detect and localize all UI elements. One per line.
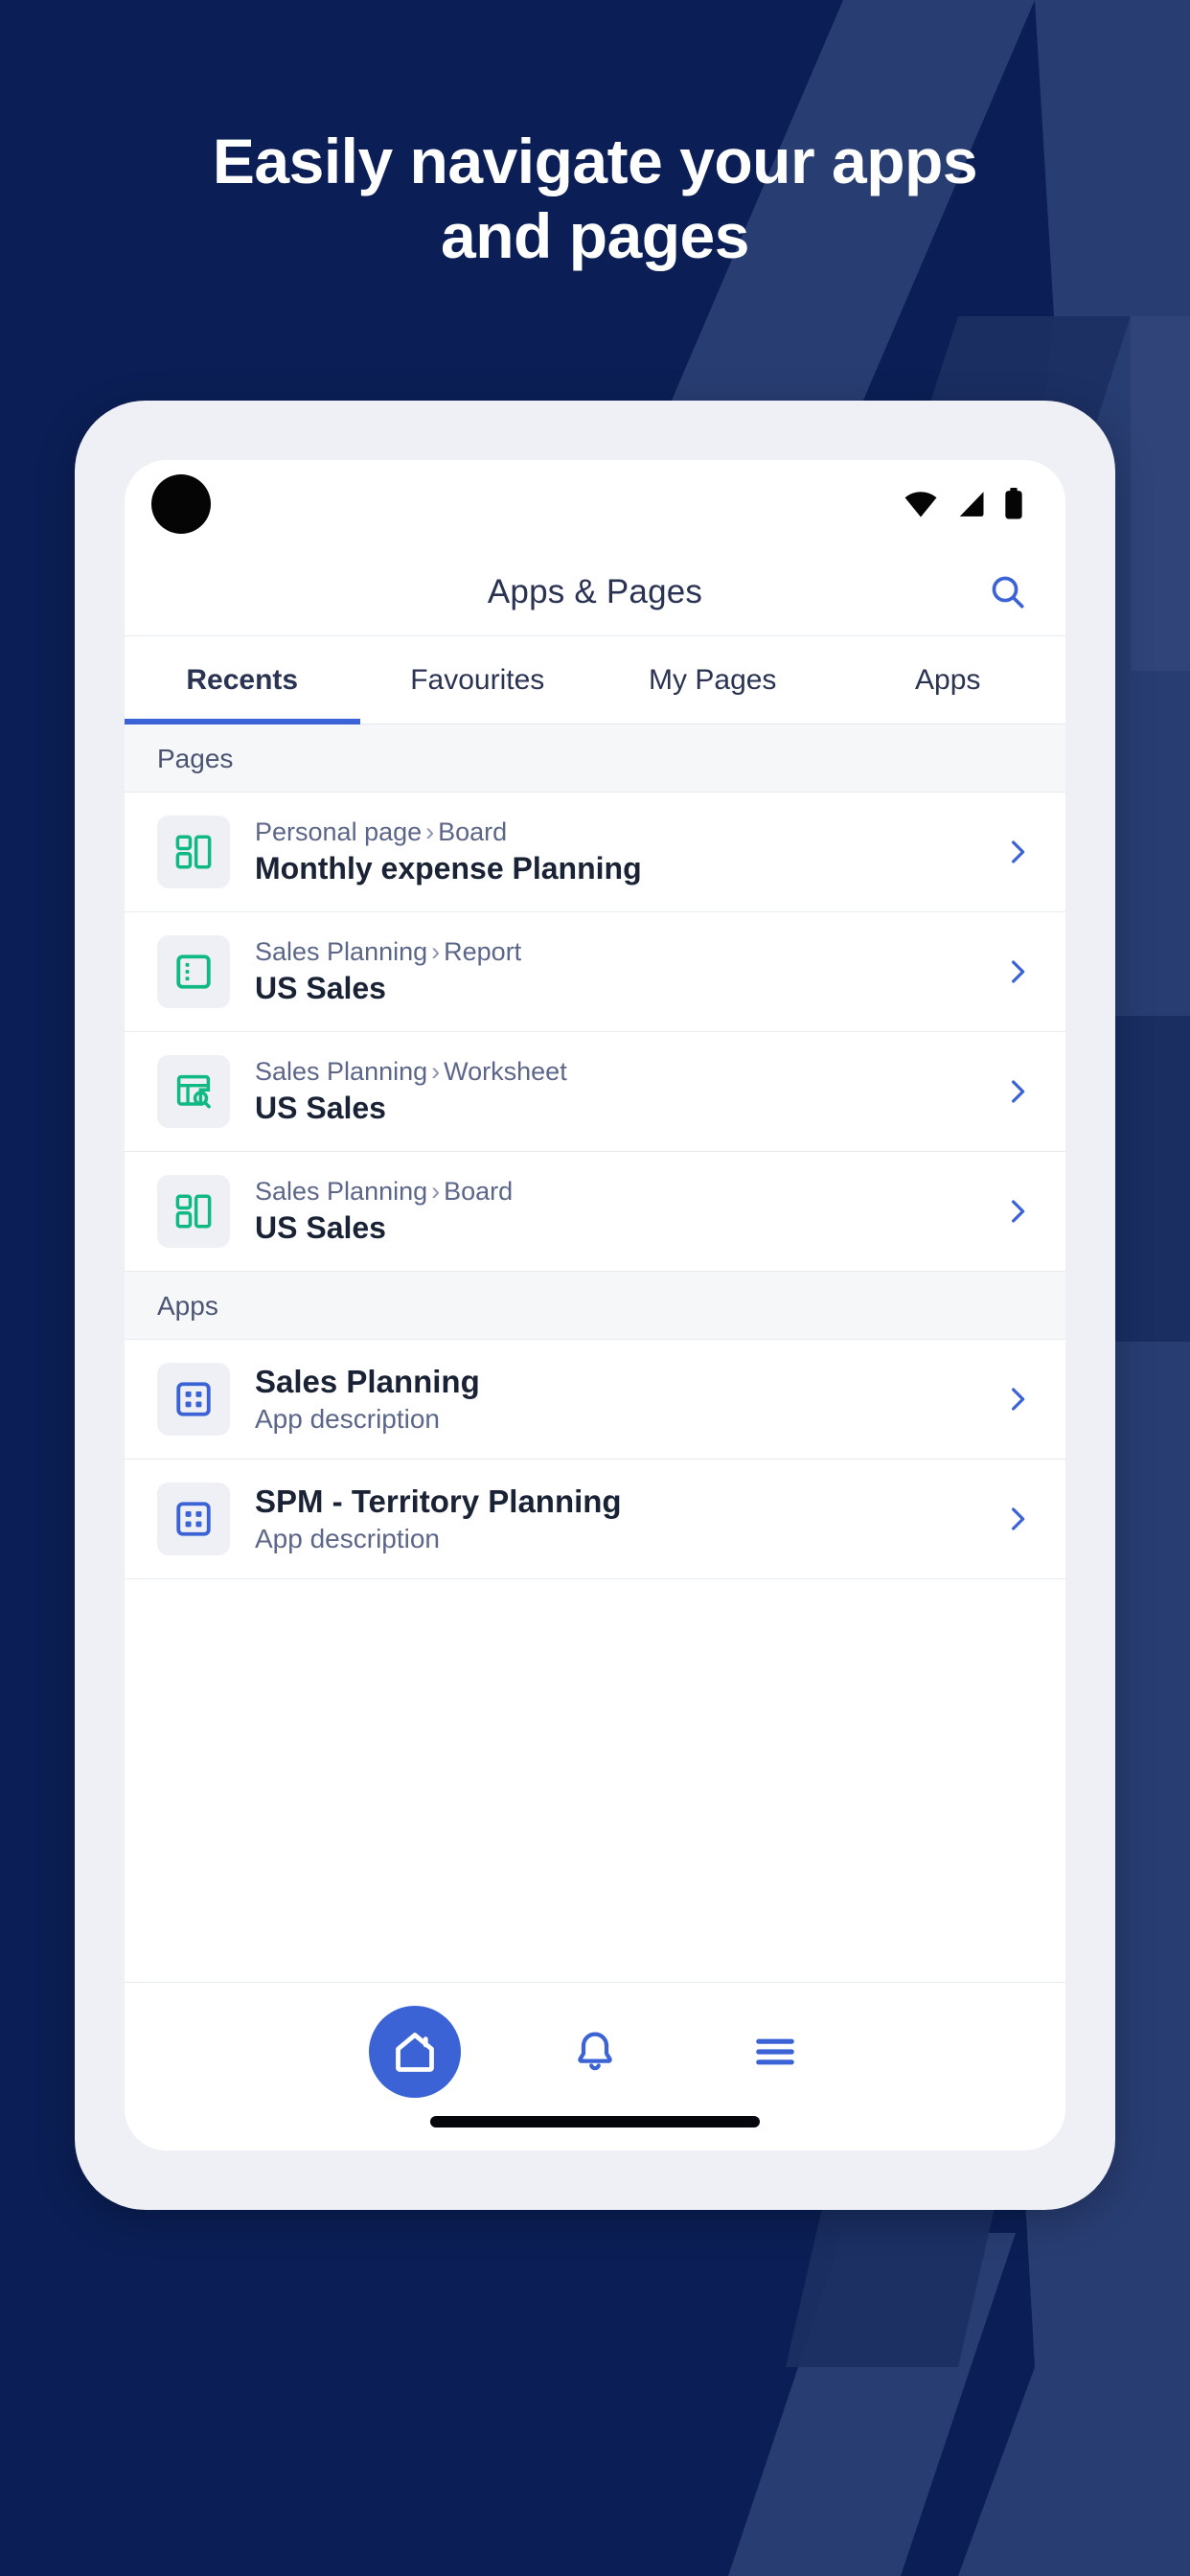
list-item-title: US Sales — [255, 971, 386, 1005]
chevron-right-icon[interactable] — [998, 1505, 1037, 1533]
tab-apps[interactable]: Apps — [831, 636, 1066, 724]
list-item-text: SPM - Territory Planning App description — [255, 1484, 998, 1554]
board-icon-wrapper — [157, 816, 230, 888]
home-indicator — [430, 2116, 760, 2128]
headline-line-1: Easily navigate your apps — [212, 126, 978, 196]
breadcrumb: Sales Planning › Worksheet — [255, 1057, 998, 1087]
nav-menu-button[interactable] — [729, 2006, 821, 2098]
breadcrumb-type: Report — [444, 937, 522, 966]
app-header-title: Apps & Pages — [487, 572, 703, 610]
breadcrumb-type: Board — [438, 817, 508, 846]
app-grid-icon-wrapper — [157, 1363, 230, 1436]
phone-screen: Apps & Pages Recents Favourites My Pages… — [125, 460, 1065, 2150]
report-icon-wrapper — [157, 935, 230, 1008]
app-name: SPM - Territory Planning — [255, 1484, 622, 1519]
list-item[interactable]: Sales Planning › Report US Sales — [125, 912, 1065, 1032]
worksheet-icon-wrapper — [157, 1055, 230, 1128]
list-item-text: Sales Planning › Worksheet US Sales — [255, 1057, 998, 1126]
app-header: Apps & Pages — [125, 548, 1065, 636]
list-item-title: Monthly expense Planning — [255, 851, 642, 886]
bottom-navigation-bar — [125, 1982, 1065, 2150]
list-empty-space — [125, 1579, 1065, 1924]
list-item[interactable]: Personal page › Board Monthly expense Plan… — [125, 793, 1065, 912]
breadcrumb-separator: › — [431, 937, 441, 966]
breadcrumb: Personal page › Board — [255, 817, 998, 847]
section-header-apps: Apps — [125, 1272, 1065, 1340]
board-icon — [175, 1194, 212, 1229]
breadcrumb-type: Board — [444, 1177, 514, 1206]
status-bar — [125, 460, 1065, 548]
breadcrumb-parent: Personal page — [255, 817, 423, 846]
home-icon — [396, 2033, 434, 2072]
breadcrumb: Sales Planning › Board — [255, 1177, 998, 1207]
status-icons — [903, 488, 1025, 520]
search-icon — [992, 576, 1024, 609]
bell-icon — [578, 2032, 612, 2071]
wifi-icon — [904, 492, 937, 518]
front-camera-punch-hole — [151, 474, 211, 534]
headline-line-2: and pages — [441, 199, 749, 271]
app-description: App description — [255, 1524, 441, 1553]
list-item-text: Personal page › Board Monthly expense Plan… — [255, 817, 998, 886]
tab-favourites[interactable]: Favourites — [360, 636, 596, 724]
chevron-right-icon[interactable] — [998, 1197, 1037, 1226]
tab-my-pages-label: My Pages — [649, 663, 777, 696]
breadcrumb-separator: › — [425, 817, 435, 846]
search-button[interactable] — [983, 567, 1033, 617]
tab-recents-label: Recents — [186, 663, 299, 696]
app-name: Sales Planning — [255, 1364, 480, 1399]
list-item[interactable]: SPM - Territory Planning App description — [125, 1460, 1065, 1579]
battery-icon — [1005, 488, 1022, 519]
nav-notifications-button[interactable] — [549, 2006, 641, 2098]
phone-mockup: Apps & Pages Recents Favourites My Pages… — [75, 401, 1115, 2210]
report-icon — [176, 954, 211, 989]
breadcrumb-parent: Sales Planning — [255, 1057, 428, 1086]
chevron-right-icon[interactable] — [998, 1077, 1037, 1106]
list-item[interactable]: Sales Planning › Worksheet US Sales — [125, 1032, 1065, 1152]
list-item[interactable]: Sales Planning › Board US Sales — [125, 1152, 1065, 1272]
list-item-text: Sales Planning › Report US Sales — [255, 937, 998, 1006]
tab-favourites-label: Favourites — [410, 663, 545, 696]
nav-home-button[interactable] — [369, 2006, 461, 2098]
worksheet-icon — [176, 1074, 211, 1109]
breadcrumb-type: Worksheet — [444, 1057, 567, 1086]
breadcrumb: Sales Planning › Report — [255, 937, 998, 967]
app-grid-icon-wrapper — [157, 1483, 230, 1555]
chevron-right-icon[interactable] — [998, 1385, 1037, 1414]
list-item[interactable]: Sales Planning App description — [125, 1340, 1065, 1460]
board-icon-wrapper — [157, 1175, 230, 1248]
cellular-signal-icon — [959, 492, 984, 517]
content-list[interactable]: Pages Personal page › Board Monthly expens… — [125, 724, 1065, 1982]
tab-bar: Recents Favourites My Pages Apps — [125, 636, 1065, 724]
tab-apps-label: Apps — [915, 663, 981, 696]
hamburger-menu-icon — [756, 2038, 794, 2065]
section-header-pages: Pages — [125, 724, 1065, 793]
breadcrumb-parent: Sales Planning — [255, 937, 428, 966]
list-item-title: US Sales — [255, 1210, 386, 1245]
app-grid-icon — [176, 1502, 211, 1536]
app-grid-icon — [176, 1382, 211, 1416]
tab-my-pages[interactable]: My Pages — [595, 636, 831, 724]
breadcrumb-parent: Sales Planning — [255, 1177, 428, 1206]
list-item-title: US Sales — [255, 1091, 386, 1125]
breadcrumb-separator: › — [431, 1057, 441, 1086]
list-item-text: Sales Planning App description — [255, 1364, 998, 1435]
list-item-text: Sales Planning › Board US Sales — [255, 1177, 998, 1246]
chevron-right-icon[interactable] — [998, 957, 1037, 986]
breadcrumb-separator: › — [431, 1177, 441, 1206]
chevron-right-icon[interactable] — [998, 838, 1037, 866]
page-title: Easily navigate your apps and pages — [0, 125, 1190, 274]
tab-recents[interactable]: Recents — [125, 636, 360, 724]
board-icon — [175, 835, 212, 869]
app-description: App description — [255, 1404, 441, 1434]
